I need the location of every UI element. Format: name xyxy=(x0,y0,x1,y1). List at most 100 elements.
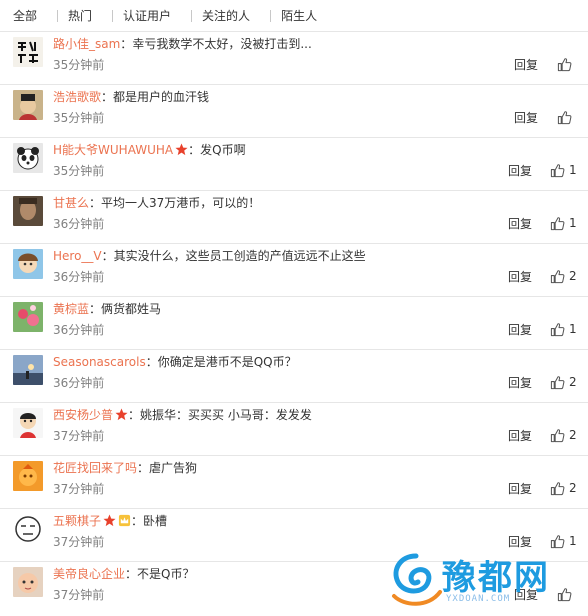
comment-colon: ： xyxy=(120,37,133,51)
like-button[interactable]: 1 xyxy=(550,321,577,337)
reply-button[interactable]: 回复 xyxy=(508,269,532,285)
comment-colon: ： xyxy=(101,90,114,104)
comment-time: 35分钟前 xyxy=(53,111,105,125)
comment-username[interactable]: 西安杨少普 xyxy=(53,408,113,422)
comment-text: 卧槽 xyxy=(143,514,168,528)
reply-button[interactable]: 回复 xyxy=(514,110,538,126)
reply-button[interactable]: 回复 xyxy=(508,322,532,338)
comment-line: 五颗棋子 ：卧槽 xyxy=(53,513,167,529)
thumbs-up-icon xyxy=(557,110,572,125)
reply-button[interactable]: 回复 xyxy=(514,57,538,73)
filter-tab-1[interactable]: 热门 xyxy=(68,7,102,24)
comment-text: 都是用户的血汗钱 xyxy=(113,90,210,104)
reply-button[interactable]: 回复 xyxy=(508,216,532,232)
comment-username[interactable]: 路小佳_sam xyxy=(53,37,120,51)
like-button[interactable]: 1 xyxy=(550,162,577,178)
comment-colon: ： xyxy=(101,249,114,263)
like-count: 2 xyxy=(569,481,577,495)
comment-line: 黄棕蓝：俩货都姓马 xyxy=(53,301,161,317)
emperor-avatar-icon[interactable] xyxy=(13,90,43,120)
comment-colon: ： xyxy=(188,143,201,157)
comment-username[interactable]: H能大爷WUHAWUHA xyxy=(53,143,173,157)
calligraphy-avatar-icon[interactable] xyxy=(13,37,43,67)
comment-item: Seasonascarols：你确定是港币不是QQ币？ 36分钟前 回复 2 xyxy=(0,349,588,402)
filter-tab-4[interactable]: 陌生人 xyxy=(281,7,327,24)
comment-text: 姚振华：买买买 小马哥：发发发 xyxy=(140,408,312,422)
thumbs-up-icon xyxy=(550,428,565,443)
baby-avatar-icon[interactable] xyxy=(13,567,43,597)
comment-text: 平均一人37万港币，可以的！ xyxy=(101,196,261,210)
comment-filter-bar: 全部 热门 认证用户 关注的人 陌生人 xyxy=(0,0,588,31)
filter-separator xyxy=(270,9,272,22)
comment-time: 37分钟前 xyxy=(53,429,105,443)
like-count: 2 xyxy=(569,375,577,389)
comment-item: 路小佳_sam：幸亏我数学不太好，没被打击到... 35分钟前 回复 xyxy=(0,31,588,84)
comment-username[interactable]: 甘甚么 xyxy=(53,196,89,210)
comment-colon: ： xyxy=(89,302,102,316)
thumbs-up-icon xyxy=(550,163,565,178)
comment-username[interactable]: 五颗棋子 xyxy=(53,514,101,528)
comment-line: Hero__V：其实没什么，这些员工创造的产值远远不止这些 xyxy=(53,248,366,264)
thumbs-up-icon xyxy=(550,216,565,231)
comment-username[interactable]: Hero__V xyxy=(53,249,102,263)
crown-badge-icon xyxy=(118,514,131,527)
like-count: 2 xyxy=(569,269,577,283)
reply-button[interactable]: 回复 xyxy=(508,375,532,391)
comment-line: H能大爷WUHAWUHA ：发Q币啊 xyxy=(53,142,246,158)
comment-item: 浩浩歌歌：都是用户的血汗钱 35分钟前 回复 xyxy=(0,84,588,137)
comment-line: Seasonascarols：你确定是港币不是QQ币？ xyxy=(53,354,297,370)
sunset-avatar-icon[interactable] xyxy=(13,355,43,385)
filter-tab-3[interactable]: 关注的人 xyxy=(202,7,260,24)
flower-avatar-icon[interactable] xyxy=(13,302,43,332)
reply-button[interactable]: 回复 xyxy=(508,163,532,179)
thumbs-up-icon xyxy=(550,375,565,390)
reply-button[interactable]: 回复 xyxy=(514,587,538,603)
reply-button[interactable]: 回复 xyxy=(508,481,532,497)
comment-item: 黄棕蓝：俩货都姓马 36分钟前 回复 1 xyxy=(0,296,588,349)
comment-colon: ： xyxy=(131,514,144,528)
reply-button[interactable]: 回复 xyxy=(508,428,532,444)
like-button[interactable] xyxy=(557,56,572,72)
boy-avatar-icon[interactable] xyxy=(13,408,43,438)
comment-username[interactable]: 浩浩歌歌 xyxy=(53,90,101,104)
comment-username[interactable]: 黄棕蓝 xyxy=(53,302,89,316)
comment-username[interactable]: 美帝良心企业 xyxy=(53,567,125,581)
comment-colon: ： xyxy=(145,355,158,369)
filter-tab-0[interactable]: 全部 xyxy=(0,7,47,24)
reply-button[interactable]: 回复 xyxy=(508,534,532,550)
cartoon-avatar-icon[interactable] xyxy=(13,249,43,279)
filter-separator xyxy=(112,9,114,22)
comment-line: 甘甚么：平均一人37万港币，可以的！ xyxy=(53,195,260,211)
comment-text: 幸亏我数学不太好，没被打击到... xyxy=(132,37,312,51)
comment-item: 五颗棋子 ：卧槽 37分钟前 回复 1 xyxy=(0,508,588,561)
comment-time: 36分钟前 xyxy=(53,270,105,284)
like-button[interactable]: 2 xyxy=(550,374,577,390)
thumbs-up-icon xyxy=(550,269,565,284)
like-button[interactable] xyxy=(557,586,572,602)
like-button[interactable]: 2 xyxy=(550,268,577,284)
comment-username[interactable]: 花匠找回来了吗 xyxy=(53,461,137,475)
comment-time: 35分钟前 xyxy=(53,164,105,178)
filter-separator xyxy=(191,9,193,22)
comment-line: 西安杨少普 ：姚振华：买买买 小马哥：发发发 xyxy=(53,407,312,423)
comment-item: 西安杨少普 ：姚振华：买买买 小马哥：发发发 37分钟前 回复 2 xyxy=(0,402,588,455)
like-count: 1 xyxy=(569,216,577,230)
comment-colon: ： xyxy=(128,408,141,422)
like-button[interactable]: 1 xyxy=(550,533,577,549)
like-button[interactable]: 2 xyxy=(550,480,577,496)
photo-avatar-icon[interactable] xyxy=(13,196,43,226)
filter-tab-2[interactable]: 认证用户 xyxy=(123,7,181,24)
comment-line: 浩浩歌歌：都是用户的血汗钱 xyxy=(53,89,209,105)
like-button[interactable]: 1 xyxy=(550,215,577,231)
comment-time: 37分钟前 xyxy=(53,588,105,602)
panda-avatar-icon[interactable] xyxy=(13,143,43,173)
comment-username[interactable]: Seasonascarols xyxy=(53,355,146,369)
orange-avatar-icon[interactable] xyxy=(13,461,43,491)
comment-colon: ： xyxy=(89,196,102,210)
like-count: 1 xyxy=(569,322,577,336)
comment-text: 俩货都姓马 xyxy=(101,302,162,316)
like-button[interactable] xyxy=(557,109,572,125)
meme-avatar-icon[interactable] xyxy=(13,514,43,544)
like-button[interactable]: 2 xyxy=(550,427,577,443)
comment-text: 你确定是港币不是QQ币？ xyxy=(157,355,297,369)
